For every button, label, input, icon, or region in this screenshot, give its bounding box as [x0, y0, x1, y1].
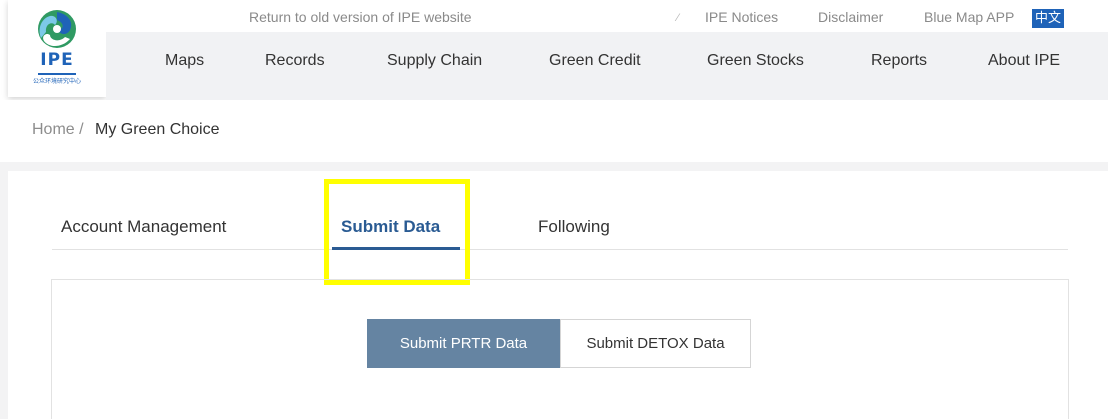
- nav-item-records[interactable]: Records: [265, 52, 325, 70]
- nav-item-supply-chain[interactable]: Supply Chain: [387, 52, 482, 70]
- main-panel: Account Management Submit Data Following…: [8, 171, 1108, 419]
- tab-account-management[interactable]: Account Management: [61, 217, 226, 237]
- breadcrumb-home[interactable]: Home /: [32, 121, 84, 139]
- ipe-notices-link[interactable]: IPE Notices: [705, 9, 778, 25]
- nav-item-about-ipe[interactable]: About IPE: [988, 52, 1060, 70]
- blue-map-app-link[interactable]: Blue Map APP: [924, 9, 1014, 25]
- breadcrumb-current: My Green Choice: [95, 121, 220, 138]
- main-nav: Maps Records Supply Chain Green Credit G…: [106, 32, 1108, 100]
- logo-text: IPE: [40, 50, 74, 70]
- tab-following[interactable]: Following: [538, 217, 610, 237]
- old-version-link[interactable]: Return to old version of IPE website: [249, 9, 472, 25]
- nav-item-maps[interactable]: Maps: [165, 52, 204, 70]
- breadcrumb: Home / My Green Choice: [0, 100, 1108, 162]
- submit-detox-data-button[interactable]: Submit DETOX Data: [560, 319, 751, 368]
- top-utility-bar: Return to old version of IPE website ⁄ I…: [106, 0, 1108, 32]
- highlight-box: [324, 179, 470, 285]
- submit-prtr-data-button[interactable]: Submit PRTR Data: [367, 319, 560, 368]
- nav-item-reports[interactable]: Reports: [871, 52, 927, 70]
- topbar-separator: ⁄: [677, 12, 679, 24]
- logo-subtitle: 公众环境研究中心: [32, 79, 81, 85]
- site-header: IPE 公众环境研究中心 Return to old version of IP…: [0, 0, 1108, 100]
- nav-item-green-credit[interactable]: Green Credit: [549, 52, 641, 70]
- ipe-logo[interactable]: IPE 公众环境研究中心: [8, 0, 106, 97]
- disclaimer-link[interactable]: Disclaimer: [818, 9, 883, 25]
- tab-divider: [52, 249, 1068, 250]
- logo-underline: [38, 73, 76, 75]
- language-switch-button[interactable]: 中文: [1032, 9, 1064, 28]
- nav-item-green-stocks[interactable]: Green Stocks: [707, 52, 804, 70]
- swirl-logo-icon: [38, 10, 76, 48]
